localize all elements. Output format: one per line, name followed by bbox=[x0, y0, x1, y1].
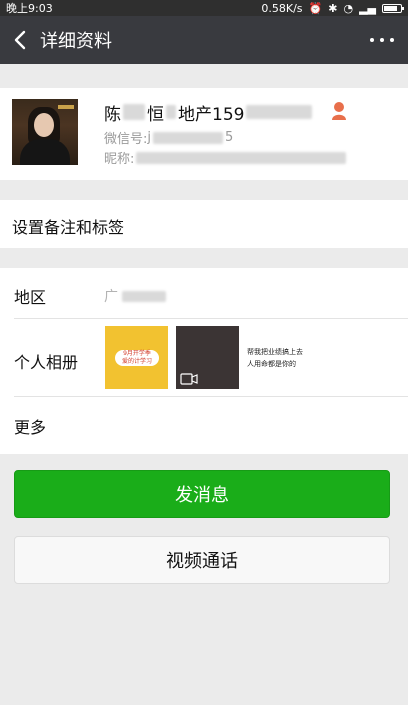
name-suffix: 地产159 bbox=[178, 104, 245, 125]
status-bar: 晚上9:03 0.58K/s ⏰ ✱ ◔ ▂▄ bbox=[0, 0, 408, 16]
divider-album bbox=[14, 396, 408, 397]
nickname-row: 昵称: bbox=[104, 148, 347, 167]
album-thumb-3-line2: 人用命都是你的 bbox=[247, 360, 296, 368]
send-message-button[interactable]: 发消息 bbox=[14, 470, 390, 518]
album-thumb-1-label: 9月开学季 爱的计学习 bbox=[115, 350, 159, 366]
status-icons: 0.58K/s ⏰ ✱ ◔ ▂▄ bbox=[261, 1, 404, 15]
album-thumb-2[interactable] bbox=[176, 326, 239, 389]
video-call-button[interactable]: 视频通话 bbox=[14, 536, 390, 584]
region-redaction bbox=[122, 290, 166, 302]
page-title: 详细资料 bbox=[40, 31, 112, 52]
wechat-id-redaction bbox=[153, 131, 224, 144]
name-prefix: 陈 bbox=[104, 104, 121, 125]
wechat-id-row: 微信号: j 5 bbox=[104, 128, 233, 147]
region-value: 广 bbox=[104, 286, 166, 306]
video-icon bbox=[180, 373, 198, 385]
back-icon[interactable] bbox=[0, 16, 40, 64]
phone-redaction bbox=[246, 105, 313, 119]
name-middle: 恒 bbox=[147, 104, 164, 125]
person-icon bbox=[332, 102, 346, 120]
signal-icon: ▂▄ bbox=[359, 1, 376, 15]
divider-region bbox=[14, 318, 408, 319]
nickname-redaction bbox=[136, 151, 347, 164]
wechat-id-tail: 5 bbox=[225, 130, 234, 145]
album-thumb-1[interactable]: 9月开学季 爱的计学习 bbox=[105, 326, 168, 389]
bluetooth-icon: ✱ bbox=[328, 1, 338, 15]
nickname-label: 昵称: bbox=[104, 152, 135, 167]
top-nav-bar: 详细资料 bbox=[0, 16, 408, 64]
more-label[interactable]: 更多 bbox=[14, 414, 46, 438]
name-redaction bbox=[123, 104, 145, 120]
network-speed: 0.58K/s bbox=[261, 1, 303, 15]
album-thumb-3-line1: 帮我把业绩搞上去 bbox=[247, 348, 303, 356]
battery-icon bbox=[382, 3, 404, 13]
more-options-icon[interactable] bbox=[370, 30, 394, 50]
album-thumb-3[interactable]: 帮我把业绩搞上去 人用命都是你的 bbox=[247, 326, 310, 389]
wechat-id-visible: j bbox=[147, 130, 152, 145]
contact-name: 陈 恒 地产159 bbox=[104, 100, 313, 125]
set-remark-label[interactable]: 设置备注和标签 bbox=[12, 214, 124, 238]
alarm-icon: ⏰ bbox=[308, 1, 323, 15]
wechat-id-label: 微信号: bbox=[104, 132, 148, 147]
wifi-icon: ◔ bbox=[343, 1, 354, 15]
region-label: 地区 bbox=[14, 288, 47, 307]
album-label[interactable]: 个人相册 bbox=[14, 349, 78, 373]
status-time: 晚上9:03 bbox=[6, 2, 53, 15]
name-redaction-2 bbox=[166, 105, 176, 119]
avatar[interactable] bbox=[12, 99, 78, 165]
region-visible: 广 bbox=[104, 289, 118, 305]
